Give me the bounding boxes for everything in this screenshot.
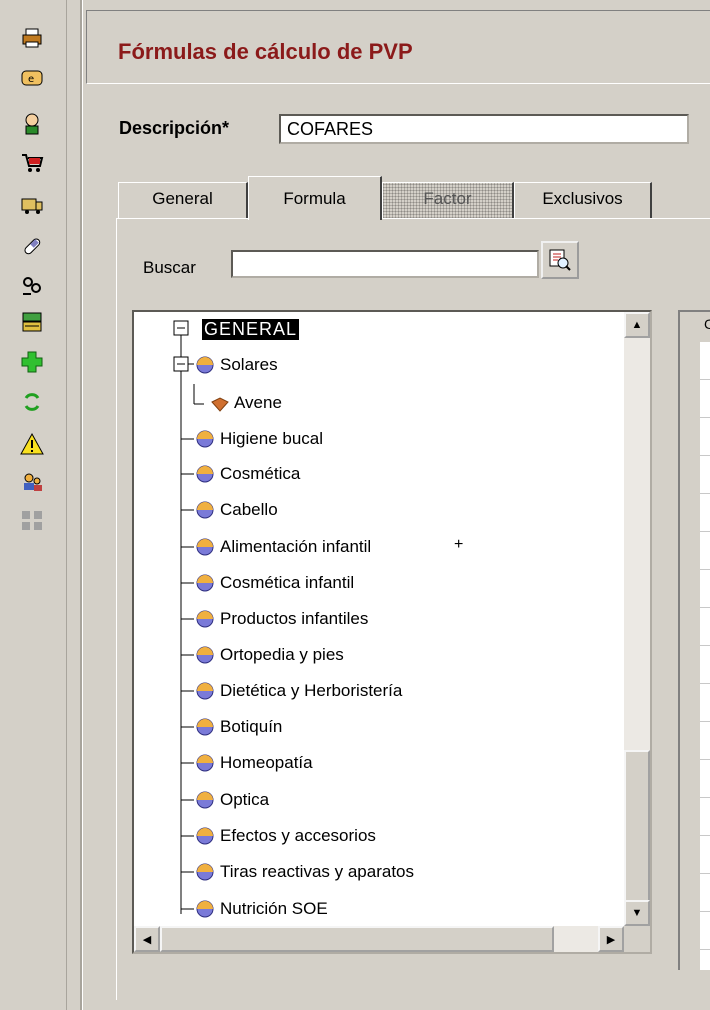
category-icon bbox=[196, 754, 214, 772]
people-icon[interactable] bbox=[20, 274, 44, 298]
grid-header: C bbox=[680, 312, 710, 342]
tree-item-higiene-bucal[interactable]: Higiene bucal bbox=[194, 426, 323, 452]
category-icon bbox=[196, 356, 214, 374]
user-icon[interactable] bbox=[20, 470, 44, 494]
tree-item-solares[interactable]: Solares bbox=[194, 352, 278, 378]
tree-item-label: Cabello bbox=[220, 500, 278, 519]
tree-item-label: Optica bbox=[220, 790, 270, 809]
printer-icon[interactable] bbox=[20, 26, 44, 50]
tree-item-label: Homeopatía bbox=[220, 753, 313, 772]
category-icon bbox=[196, 863, 214, 881]
category-icon bbox=[196, 718, 214, 736]
brand-icon bbox=[211, 397, 229, 412]
tree-item-productos-infantiles[interactable]: Productos infantiles bbox=[194, 606, 368, 632]
warning-icon[interactable] bbox=[20, 432, 44, 456]
tab-label: Exclusivos bbox=[542, 189, 623, 208]
tree-item-label: Dietética y Herboristería bbox=[220, 681, 403, 700]
tree-item-cosmetica-infantil[interactable]: Cosmética infantil bbox=[194, 570, 354, 596]
tree-item-label: Productos infantiles bbox=[220, 609, 369, 628]
category-icon bbox=[196, 900, 214, 918]
tree-item-label: Higiene bucal bbox=[220, 429, 324, 448]
scroll-left-arrow-icon[interactable]: ◀ bbox=[134, 926, 160, 952]
tab-formula[interactable]: Formula bbox=[248, 176, 382, 220]
tree-item-nutricion-soe[interactable]: Nutrición SOE bbox=[194, 896, 328, 922]
description-field[interactable]: COFARES bbox=[279, 114, 689, 144]
ticket-icon[interactable]: e bbox=[20, 66, 44, 90]
category-icon bbox=[196, 682, 214, 700]
tree-item-alimentacion-infantil[interactable]: Alimentación infantil bbox=[194, 534, 371, 560]
scroll-down-arrow-icon[interactable]: ▼ bbox=[624, 900, 650, 926]
tree-item-label: Ortopedia y pies bbox=[220, 645, 344, 664]
category-icon bbox=[196, 646, 214, 664]
stray-plus-mark: + bbox=[454, 536, 464, 553]
tree-horizontal-scrollbar[interactable]: ◀ ▶ bbox=[134, 926, 624, 952]
left-toolbar: e bbox=[0, 0, 67, 1010]
tree-item-label: Efectos y accesorios bbox=[220, 826, 376, 845]
scroll-right-arrow-icon[interactable]: ▶ bbox=[598, 926, 624, 952]
tree-item-label: Cosmética bbox=[220, 464, 301, 483]
tab-factor[interactable]: Factor bbox=[382, 182, 514, 218]
category-icon bbox=[196, 538, 214, 556]
tree-item-homeopatia[interactable]: Homeopatía bbox=[194, 750, 313, 776]
category-icon bbox=[196, 827, 214, 845]
category-tree[interactable]: GENERAL Solares Avene Higiene bucal Cosm… bbox=[132, 310, 652, 954]
search-button[interactable] bbox=[541, 241, 579, 279]
cart-icon[interactable] bbox=[20, 150, 44, 174]
svg-text:e: e bbox=[28, 74, 34, 85]
group-icon bbox=[20, 508, 44, 532]
grid-body[interactable] bbox=[700, 342, 710, 970]
tree-item-dietetica[interactable]: Dietética y Herboristería bbox=[194, 678, 402, 704]
title-bar: Fórmulas de cálculo de PVP bbox=[86, 10, 710, 84]
category-icon bbox=[196, 465, 214, 483]
tree-item-label: Botiquín bbox=[220, 717, 283, 736]
tree-vertical-scrollbar[interactable]: ▲ ▼ bbox=[624, 312, 650, 926]
scroll-up-arrow-icon[interactable]: ▲ bbox=[624, 312, 650, 338]
category-icon bbox=[196, 610, 214, 628]
tree-item-label: Cosmética infantil bbox=[220, 573, 355, 592]
tree-item-cosmetica[interactable]: Cosmética bbox=[194, 461, 300, 487]
tree-item-tiras-reactivas[interactable]: Tiras reactivas y aparatos bbox=[194, 859, 414, 885]
formula-grid[interactable]: C bbox=[678, 310, 710, 970]
tab-label: General bbox=[152, 189, 213, 208]
search-label: Buscar bbox=[143, 258, 196, 277]
main-panel: Fórmulas de cálculo de PVP Descripción* … bbox=[86, 0, 710, 1010]
refresh-icon[interactable] bbox=[20, 390, 44, 414]
register-icon[interactable] bbox=[20, 310, 44, 334]
description-label: Descripción* bbox=[119, 118, 230, 138]
vertical-scroll-thumb[interactable] bbox=[624, 750, 650, 902]
search-input[interactable] bbox=[231, 250, 539, 278]
add-icon[interactable] bbox=[20, 350, 44, 374]
toolbar-separator bbox=[80, 0, 83, 1010]
category-icon bbox=[196, 501, 214, 519]
tree-root[interactable]: GENERAL bbox=[202, 316, 300, 342]
search-icon bbox=[549, 249, 571, 271]
category-icon bbox=[196, 574, 214, 592]
horizontal-scroll-thumb[interactable] bbox=[160, 926, 554, 952]
truck-icon[interactable] bbox=[20, 192, 44, 216]
pharmacist-icon[interactable] bbox=[20, 112, 44, 136]
tree-item-optica[interactable]: Optica bbox=[194, 787, 269, 813]
tree-item-label: Alimentación infantil bbox=[220, 537, 372, 556]
tab-exclusivos[interactable]: Exclusivos bbox=[514, 182, 652, 218]
tree-root-label: GENERAL bbox=[202, 318, 300, 340]
tree-item-botiquin[interactable]: Botiquín bbox=[194, 714, 282, 740]
tree-item-label: Avene bbox=[234, 393, 282, 412]
tree-item-efectos[interactable]: Efectos y accesorios bbox=[194, 823, 376, 849]
scrollbar-corner bbox=[624, 926, 650, 952]
tab-label: Factor bbox=[423, 189, 472, 208]
tree-item-label: Nutrición SOE bbox=[220, 899, 328, 918]
category-icon bbox=[196, 430, 214, 448]
tree-item-cabello[interactable]: Cabello bbox=[194, 497, 278, 523]
tree-item-ortopedia[interactable]: Ortopedia y pies bbox=[194, 642, 344, 668]
tab-general[interactable]: General bbox=[118, 182, 248, 218]
category-icon bbox=[196, 791, 214, 809]
pill-icon[interactable] bbox=[20, 234, 44, 258]
tree-item-label: Solares bbox=[220, 355, 278, 374]
page-title: Fórmulas de cálculo de PVP bbox=[118, 39, 413, 64]
tree-item-avene[interactable]: Avene bbox=[208, 390, 282, 416]
tab-label: Formula bbox=[283, 189, 346, 208]
tree-item-label: Tiras reactivas y aparatos bbox=[220, 862, 414, 881]
